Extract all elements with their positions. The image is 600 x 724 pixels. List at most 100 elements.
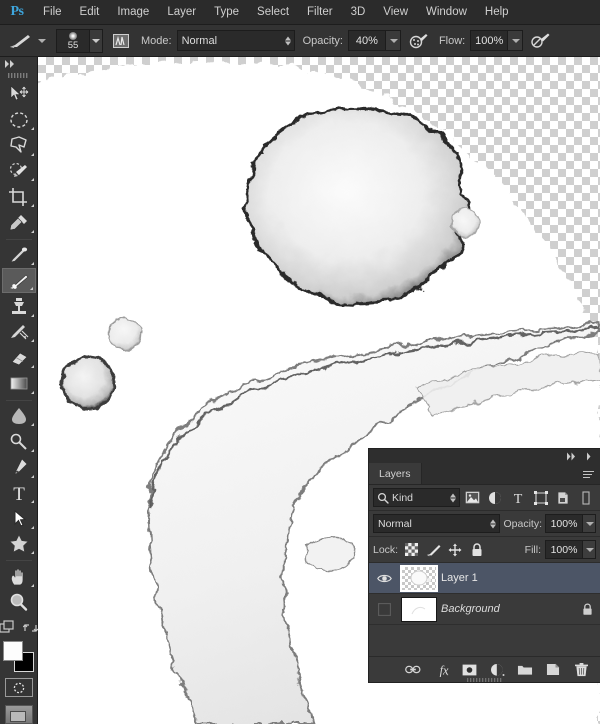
menu-filter[interactable]: Filter bbox=[298, 0, 342, 25]
tool-blur[interactable] bbox=[2, 404, 36, 429]
tool-custom-shape[interactable] bbox=[2, 532, 36, 557]
table-row[interactable]: Background bbox=[369, 594, 600, 625]
tool-path-selection[interactable] bbox=[2, 506, 36, 531]
tool-elliptical-marquee[interactable] bbox=[2, 107, 36, 132]
menu-file[interactable]: File bbox=[34, 0, 71, 25]
tool-quick-selection[interactable] bbox=[2, 159, 36, 184]
eye-hidden-icon bbox=[377, 602, 391, 616]
svg-text:T: T bbox=[13, 484, 25, 503]
layer-style-fx-icon[interactable]: fx bbox=[433, 662, 449, 678]
layer-filter-row: Kind T bbox=[369, 485, 600, 511]
layer-lock-row: Lock: Fill: 100% bbox=[369, 537, 600, 563]
layer-thumbnail[interactable] bbox=[397, 564, 441, 592]
edit-toolbar-icon[interactable] bbox=[0, 620, 17, 636]
menu-image[interactable]: Image bbox=[108, 0, 158, 25]
collapse-arrows-icon[interactable] bbox=[0, 57, 38, 70]
quick-mask-icon[interactable] bbox=[4, 677, 33, 698]
add-layer-mask-icon[interactable] bbox=[461, 662, 477, 678]
brush-tool-preset-icon[interactable] bbox=[6, 30, 36, 52]
filter-smart-object-layers-icon[interactable] bbox=[554, 488, 574, 507]
flow-input[interactable]: 100% bbox=[470, 30, 509, 51]
tools-panel-grip[interactable] bbox=[0, 70, 38, 81]
tab-layers[interactable]: Layers bbox=[369, 463, 422, 484]
layer-name[interactable]: Background bbox=[441, 603, 574, 615]
flow-dropdown[interactable] bbox=[508, 30, 524, 51]
menu-help[interactable]: Help bbox=[476, 0, 518, 25]
airbrush-icon[interactable] bbox=[407, 29, 431, 53]
brush-tip-preview-icon bbox=[69, 31, 77, 40]
panel-expand-icon[interactable] bbox=[586, 452, 596, 461]
tablet-pressure-icon[interactable] bbox=[529, 29, 553, 53]
menu-3d[interactable]: 3D bbox=[342, 0, 375, 25]
menu-view[interactable]: View bbox=[374, 0, 417, 25]
tool-zoom[interactable] bbox=[2, 590, 36, 615]
layer-opacity-dropdown[interactable] bbox=[583, 514, 596, 533]
filter-type-layers-icon[interactable]: T bbox=[508, 488, 528, 507]
menu-select[interactable]: Select bbox=[248, 0, 298, 25]
tool-dodge[interactable] bbox=[2, 429, 36, 454]
layer-opacity-input[interactable]: 100% bbox=[545, 514, 583, 533]
tool-eraser[interactable] bbox=[2, 345, 36, 370]
foreground-color-swatch[interactable] bbox=[2, 640, 23, 661]
link-layers-icon[interactable] bbox=[405, 662, 421, 678]
blend-mode-stepper-icon[interactable] bbox=[284, 36, 291, 45]
layer-blend-mode-value: Normal bbox=[378, 517, 412, 530]
collapse-arrows-icon[interactable] bbox=[566, 452, 582, 461]
tool-move[interactable] bbox=[2, 82, 36, 107]
blend-mode-select[interactable]: Normal bbox=[176, 30, 295, 51]
layer-visibility-toggle[interactable] bbox=[371, 602, 397, 616]
filter-kind-stepper-icon[interactable] bbox=[449, 493, 456, 502]
tool-spot-healing-brush[interactable] bbox=[2, 243, 36, 268]
tool-crop[interactable] bbox=[2, 184, 36, 209]
layer-blend-mode-select[interactable]: Normal bbox=[373, 514, 501, 533]
filter-pixel-layers-icon[interactable] bbox=[463, 488, 483, 507]
menu-window[interactable]: Window bbox=[417, 0, 476, 25]
brush-size-display[interactable]: 55 bbox=[56, 28, 90, 53]
new-group-icon[interactable] bbox=[517, 662, 533, 678]
tool-type[interactable]: T bbox=[2, 481, 36, 506]
lock-all-icon[interactable] bbox=[468, 541, 486, 559]
tool-history-brush[interactable] bbox=[2, 320, 36, 345]
panel-menu-icon[interactable] bbox=[583, 467, 597, 481]
layer-name[interactable]: Layer 1 bbox=[441, 572, 574, 584]
menu-edit[interactable]: Edit bbox=[71, 0, 109, 25]
layer-thumbnail[interactable] bbox=[397, 596, 441, 622]
layer-visibility-toggle[interactable] bbox=[371, 573, 397, 584]
swap-colors-icon[interactable] bbox=[22, 620, 39, 636]
brush-size-dropdown[interactable] bbox=[90, 28, 103, 53]
new-layer-icon[interactable] bbox=[545, 662, 561, 678]
tool-gradient[interactable] bbox=[2, 371, 36, 396]
tool-clone-stamp[interactable] bbox=[2, 294, 36, 319]
opacity-dropdown[interactable] bbox=[385, 30, 401, 51]
tool-brush[interactable] bbox=[1, 268, 36, 293]
panel-resize-grip[interactable] bbox=[466, 678, 503, 682]
new-adjustment-layer-icon[interactable] bbox=[489, 662, 505, 678]
fill-dropdown[interactable] bbox=[583, 540, 596, 559]
fill-input[interactable]: 100% bbox=[545, 540, 583, 559]
layer-blend-stepper-icon[interactable] bbox=[490, 519, 497, 528]
lock-image-pixels-icon[interactable] bbox=[424, 541, 442, 559]
delete-layer-icon[interactable] bbox=[573, 662, 589, 678]
color-swatches[interactable] bbox=[2, 640, 36, 672]
opacity-input[interactable]: 40% bbox=[347, 30, 386, 51]
tool-eyedropper[interactable] bbox=[2, 210, 36, 235]
brush-panel-toggle-icon[interactable] bbox=[109, 29, 133, 53]
lock-transparent-pixels-icon[interactable] bbox=[402, 541, 420, 559]
lock-position-icon[interactable] bbox=[446, 541, 464, 559]
filter-kind-select[interactable]: Kind bbox=[373, 488, 460, 507]
tool-hand[interactable] bbox=[2, 564, 36, 589]
flow-label: Flow: bbox=[438, 34, 466, 47]
filter-toggle-icon[interactable] bbox=[576, 488, 596, 507]
filter-adjustment-layers-icon[interactable] bbox=[486, 488, 506, 507]
table-row[interactable]: Layer 1 bbox=[369, 563, 600, 594]
photoshop-window: Ps File Edit Image Layer Type Select Fil… bbox=[0, 0, 600, 724]
menu-type[interactable]: Type bbox=[205, 0, 248, 25]
menu-bar: Ps File Edit Image Layer Type Select Fil… bbox=[0, 0, 600, 25]
tool-lasso[interactable] bbox=[2, 133, 36, 158]
layer-opacity-label: Opacity: bbox=[503, 517, 542, 530]
screen-mode-icon[interactable] bbox=[4, 705, 33, 724]
filter-shape-layers-icon[interactable] bbox=[531, 488, 551, 507]
tool-pen[interactable] bbox=[2, 455, 36, 480]
brush-preset-chevron-icon[interactable] bbox=[38, 38, 46, 43]
menu-layer[interactable]: Layer bbox=[158, 0, 205, 25]
